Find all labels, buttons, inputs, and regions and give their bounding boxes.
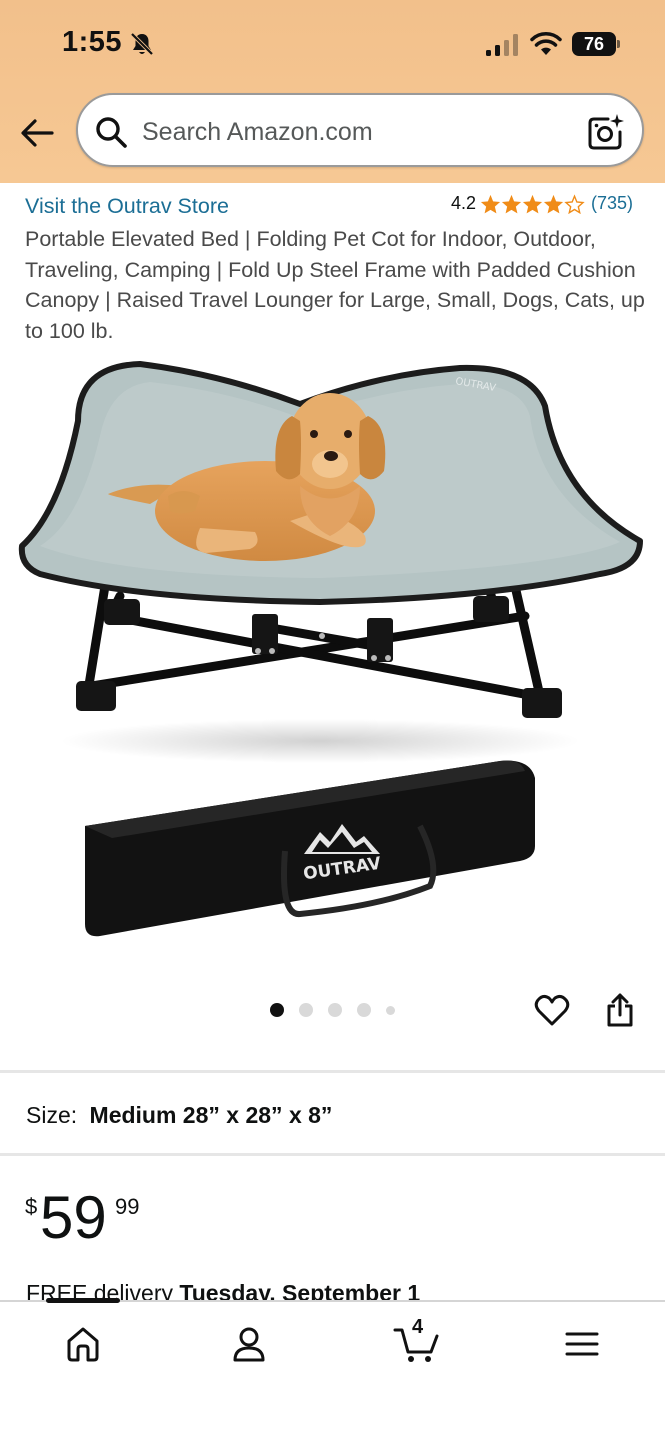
size-selector[interactable]: Size: Medium 28” x 28” x 8”: [26, 1102, 332, 1129]
product-image[interactable]: OUTRAV OUTRAV: [0, 346, 665, 966]
active-tab-indicator: [46, 1298, 120, 1303]
camera-search-icon[interactable]: [586, 112, 626, 152]
carousel-dot[interactable]: [357, 1003, 371, 1017]
star-rating: [480, 193, 585, 214]
search-placeholder: Search Amazon.com: [142, 118, 373, 146]
visit-store-link[interactable]: Visit the Outrav Store: [25, 194, 229, 219]
status-time: 1:55: [62, 26, 123, 58]
size-label: Size:: [26, 1102, 78, 1128]
status-bar: 1:55 76: [0, 0, 665, 90]
carousel-dot[interactable]: [386, 1005, 395, 1015]
wifi-icon: [530, 32, 562, 55]
search-icon: [96, 117, 127, 148]
rating-summary[interactable]: 4.2 (735): [451, 193, 633, 214]
bottom-nav: 4: [0, 1298, 665, 1440]
home-icon[interactable]: [63, 1324, 103, 1364]
star-full-icon: [480, 194, 501, 213]
section-divider: [0, 1153, 665, 1156]
image-carousel-dots[interactable]: [270, 1003, 410, 1017]
search-input[interactable]: Search Amazon.com: [76, 93, 644, 167]
signal-icon: [486, 34, 518, 56]
back-arrow-icon[interactable]: [18, 113, 58, 153]
battery-indicator: 76: [572, 32, 620, 56]
wishlist-heart-icon[interactable]: [534, 993, 570, 1029]
cart-count-badge: 4: [412, 1316, 424, 1338]
star-full-icon: [522, 194, 543, 213]
account-icon[interactable]: [229, 1324, 269, 1364]
bell-off-icon: [130, 32, 154, 56]
rating-value: 4.2: [451, 193, 477, 213]
price-fraction: 99: [115, 1194, 140, 1219]
price-whole: 59: [40, 1184, 107, 1251]
menu-icon[interactable]: [562, 1324, 602, 1364]
star-full-icon: [543, 194, 564, 213]
carousel-dot[interactable]: [270, 1003, 284, 1017]
battery-level: 76: [583, 34, 605, 54]
star-full-icon: [501, 194, 522, 213]
carousel-dot[interactable]: [328, 1003, 342, 1017]
share-icon[interactable]: [604, 992, 636, 1028]
carousel-dot[interactable]: [299, 1003, 313, 1017]
rating-count: (735): [591, 193, 634, 213]
section-divider: [0, 1070, 665, 1073]
star-empty-icon: [564, 193, 585, 214]
product-title: Portable Elevated Bed | Folding Pet Cot …: [25, 227, 645, 343]
app-header: 1:55 76 Search Amazon.com: [0, 0, 665, 183]
price-currency: $: [25, 1194, 38, 1219]
size-value: Medium 28” x 28” x 8”: [89, 1102, 333, 1128]
